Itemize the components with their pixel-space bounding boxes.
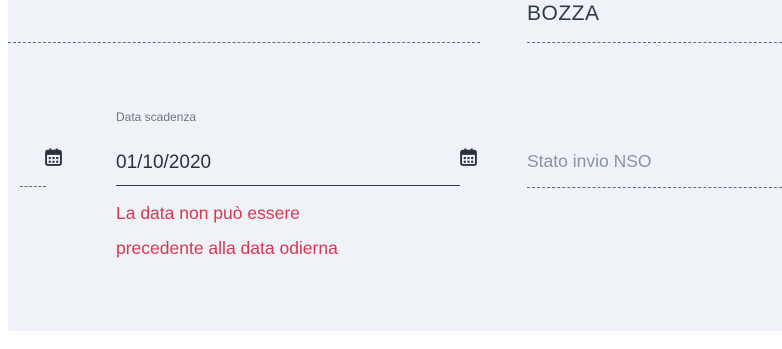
calendar-icon[interactable] [460,148,477,166]
due-date-label: Data scadenza [116,110,197,124]
field-underline-left [20,186,46,187]
field-underline-top-right [527,42,782,43]
field-underline-top-left [8,42,480,43]
status-value: BOZZA [527,2,600,25]
due-date-underline [116,185,460,186]
calendar-icon[interactable] [45,148,62,166]
nso-status-placeholder[interactable]: Stato invio NSO [527,151,652,172]
error-message-line-1: La data non può essere [116,203,300,223]
error-message-line-2: precedente alla data odierna [116,238,338,258]
nso-status-underline [527,187,782,188]
due-date-input[interactable] [116,146,456,180]
